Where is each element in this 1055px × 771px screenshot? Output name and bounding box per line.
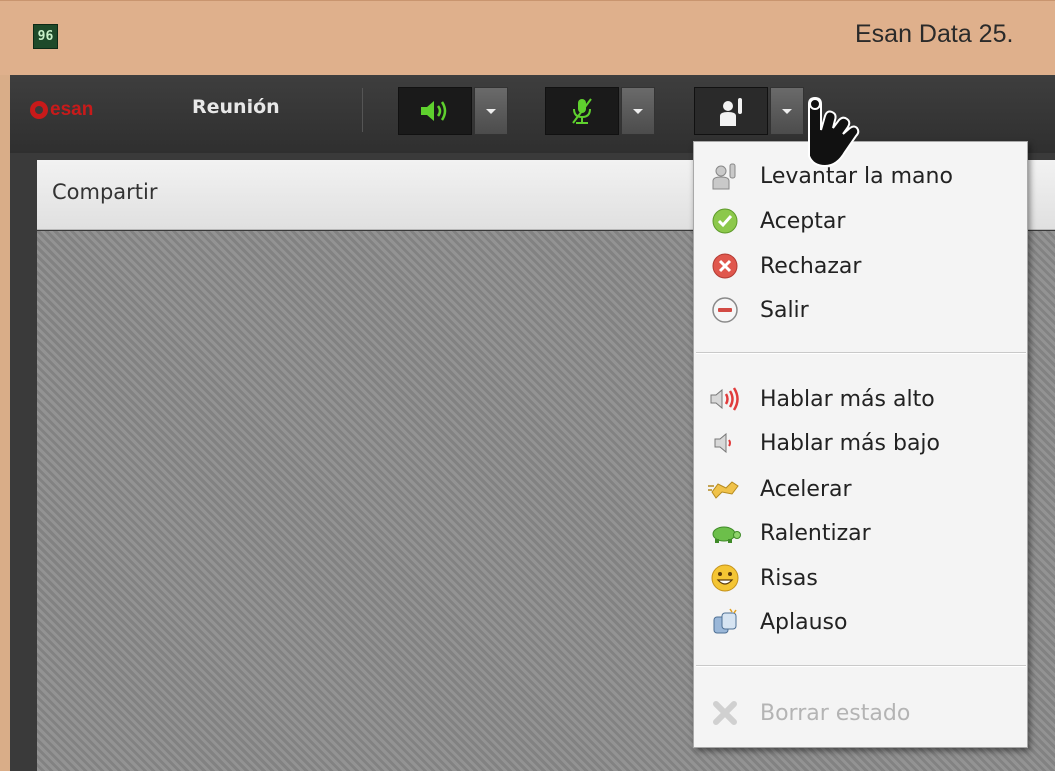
menu-separator — [696, 352, 1026, 354]
menu-item-accept[interactable]: Aceptar — [708, 203, 1018, 239]
menu-item-label: Aplauso — [760, 609, 848, 635]
speak-louder-icon — [708, 384, 742, 414]
app-icon[interactable]: 96 — [33, 24, 58, 49]
menu-item-label: Ralentizar — [760, 520, 871, 546]
menu-item-speed-up[interactable]: Acelerar — [708, 471, 1018, 507]
esan-logo: esan — [30, 97, 93, 123]
hand-cursor-icon — [808, 96, 860, 168]
speak-softer-icon — [708, 428, 742, 458]
status-button[interactable] — [694, 87, 768, 135]
laugh-icon — [708, 563, 742, 593]
applause-icon — [708, 607, 742, 637]
speaker-icon — [421, 101, 447, 121]
mic-muted-icon — [572, 98, 592, 124]
menu-item-label: Risas — [760, 565, 818, 591]
menu-item-label: Rechazar — [760, 253, 862, 279]
exit-icon — [708, 295, 742, 325]
raise-hand-icon — [708, 161, 742, 191]
meeting-menu[interactable]: Reunión — [192, 96, 280, 118]
microphone-button[interactable] — [545, 87, 619, 135]
menu-item-speak-softer[interactable]: Hablar más bajo — [708, 425, 1018, 461]
menu-item-label: Aceptar — [760, 208, 846, 234]
menu-item-applause[interactable]: Aplauso — [708, 604, 1018, 640]
share-panel-title: Compartir — [52, 180, 158, 204]
toolbar-divider — [362, 88, 363, 132]
menu-item-laugh[interactable]: Risas — [708, 560, 1018, 596]
menu-item-label: Acelerar — [760, 476, 852, 502]
speaker-button[interactable] — [398, 87, 472, 135]
esan-logo-text: esan — [50, 99, 94, 120]
menu-item-label: Hablar más alto — [760, 386, 935, 412]
menu-item-speak-louder[interactable]: Hablar más alto — [708, 381, 1018, 417]
menu-item-label: Borrar estado — [760, 700, 911, 726]
menu-item-clear-status[interactable]: Borrar estado — [708, 695, 1018, 731]
menu-item-label: Hablar más bajo — [760, 430, 941, 456]
slow-down-icon — [708, 518, 742, 548]
speed-up-icon — [708, 474, 742, 504]
menu-item-slow-down[interactable]: Ralentizar — [708, 515, 1018, 551]
raise-hand-icon — [720, 98, 742, 126]
chevron-down-icon — [782, 108, 792, 114]
reject-icon — [708, 251, 742, 281]
chevron-down-icon — [486, 108, 496, 114]
check-icon — [708, 206, 742, 236]
clear-status-icon — [708, 698, 742, 728]
menu-item-label: Salir — [760, 297, 809, 323]
chevron-down-icon — [633, 108, 643, 114]
microphone-dropdown-button[interactable] — [621, 87, 655, 135]
esan-logo-mark-icon — [30, 101, 48, 119]
speaker-dropdown-button[interactable] — [474, 87, 508, 135]
menu-separator — [696, 665, 1026, 667]
menu-item-exit[interactable]: Salir — [708, 292, 1018, 328]
menu-item-reject[interactable]: Rechazar — [708, 248, 1018, 284]
window-title: Esan Data 25. — [855, 20, 1014, 48]
